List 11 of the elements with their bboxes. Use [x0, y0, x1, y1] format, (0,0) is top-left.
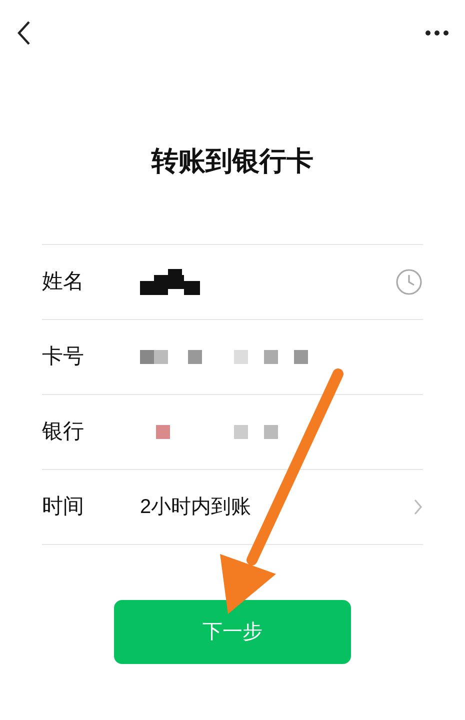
- field-label: 银行: [42, 418, 85, 445]
- back-icon[interactable]: [16, 20, 32, 46]
- more-icon[interactable]: [425, 30, 449, 36]
- field-label: 时间: [42, 494, 85, 520]
- field-label: 卡号: [42, 344, 85, 370]
- field-value: 2小时内到账: [140, 494, 252, 520]
- field-label: 姓名: [42, 268, 85, 295]
- page-title: 转账到银行卡: [150, 145, 314, 178]
- redacted-mosaic-icon: [140, 268, 200, 294]
- next-button[interactable]: 下一步: [114, 600, 351, 664]
- redacted-mosaic-icon: [140, 350, 308, 364]
